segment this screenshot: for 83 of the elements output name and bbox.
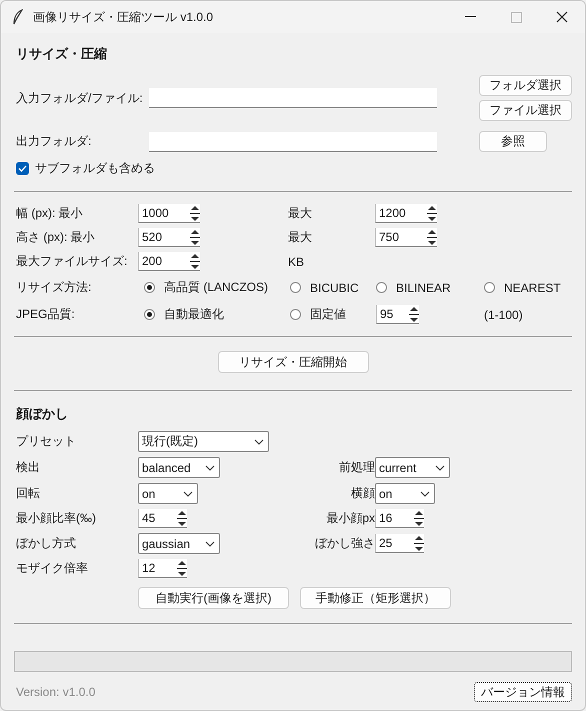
spin-arrows-icon[interactable] <box>409 306 419 322</box>
radio-button[interactable] <box>290 309 301 320</box>
checkbox[interactable] <box>16 162 29 175</box>
version-info-button[interactable]: バージョン情報 <box>474 682 572 702</box>
spin-box[interactable]: 45 <box>138 509 187 528</box>
radio-label: BILINEAR <box>396 280 451 294</box>
spin-arrows-icon[interactable] <box>190 204 200 222</box>
spin-arrows-icon[interactable] <box>177 560 187 576</box>
section-heading: リサイズ・圧縮 <box>16 45 108 63</box>
input-field[interactable] <box>149 88 437 108</box>
radio-label: NEAREST <box>504 280 561 294</box>
radio-button[interactable] <box>144 309 155 320</box>
spin-box[interactable]: 750 <box>375 228 437 247</box>
section-heading: 顔ぼかし <box>16 405 69 423</box>
chevron-down-icon <box>435 464 445 470</box>
field-label: JPEG品質: <box>16 306 76 323</box>
chevron-down-icon <box>254 438 264 444</box>
auto-run-button[interactable]: 自動実行(画像を選択) <box>138 587 289 609</box>
field-label: 最小顔比率(‰) <box>16 510 97 527</box>
spin-box[interactable]: 95 <box>376 305 419 324</box>
field-label: 最大 <box>288 229 313 246</box>
version-text: Version: v1.0.0 <box>16 685 96 699</box>
radio-button[interactable] <box>484 282 495 293</box>
checkbox-label: サブフォルダも含める <box>35 160 155 177</box>
chevron-down-icon <box>205 464 215 470</box>
folder-select-button[interactable]: フォルダ選択 <box>479 75 572 96</box>
field-label: ぼかし強さ <box>315 535 375 552</box>
manual-fix-button[interactable]: 手動修正（矩形選択） <box>300 587 451 609</box>
field-label: 横顔 <box>351 485 375 502</box>
dropdown[interactable]: current <box>375 457 450 478</box>
field-label: プリセット <box>16 433 77 450</box>
dropdown[interactable]: on <box>375 483 435 504</box>
file-select-button[interactable]: ファイル選択 <box>479 100 572 121</box>
dropdown[interactable]: on <box>138 483 198 504</box>
spin-box[interactable]: 16 <box>375 509 424 528</box>
spin-box[interactable]: 1200 <box>375 204 437 223</box>
spin-arrows-icon[interactable] <box>414 510 424 526</box>
spin-arrows-icon[interactable] <box>427 228 437 246</box>
input-field[interactable] <box>149 132 437 152</box>
field-label: 幅 (px): 最小 <box>16 205 84 222</box>
field-label: 前処理 <box>339 459 375 476</box>
spin-arrows-icon[interactable] <box>427 204 437 222</box>
dropdown[interactable]: 現行(既定) <box>138 431 269 452</box>
field-label: 高さ (px): 最小 <box>16 229 96 246</box>
radio-label: 自動最適化 <box>164 306 224 323</box>
spin-arrows-icon[interactable] <box>414 534 424 552</box>
radio-label: 高品質 (LANCZOS) <box>164 279 268 296</box>
close-icon[interactable] <box>556 11 568 23</box>
field-label: 最大ファイルサイズ: <box>16 253 128 270</box>
field-label: 出力フォルダ: <box>16 133 92 150</box>
dropdown[interactable]: gaussian <box>138 533 220 554</box>
feather-icon <box>13 9 23 25</box>
spin-box[interactable]: 1000 <box>138 204 200 223</box>
spin-arrows-icon[interactable] <box>177 510 187 526</box>
start-button[interactable]: リサイズ・圧縮開始 <box>218 351 368 373</box>
spin-box[interactable]: 200 <box>138 252 200 271</box>
minimize-icon[interactable] <box>464 16 476 18</box>
field-label: 回転 <box>16 485 41 502</box>
radio-button[interactable] <box>290 282 301 293</box>
spin-box[interactable]: 12 <box>138 559 187 578</box>
radio-button[interactable] <box>376 282 387 293</box>
field-label: 最大 <box>288 205 313 222</box>
field-label: ぼかし方式 <box>16 535 77 552</box>
chevron-down-icon <box>420 490 430 496</box>
spin-box[interactable]: 25 <box>375 534 424 553</box>
dropdown[interactable]: balanced <box>138 457 220 478</box>
field-label: モザイク倍率 <box>16 560 89 577</box>
radio-label: 固定値 <box>310 306 346 323</box>
field-label: 検出 <box>16 459 41 476</box>
spin-box[interactable]: 520 <box>138 228 200 247</box>
spin-arrows-icon[interactable] <box>190 252 200 270</box>
radio-button[interactable] <box>144 282 155 293</box>
field-label: 最小顔px <box>326 510 375 527</box>
spin-arrows-icon[interactable] <box>190 228 200 246</box>
range-hint: (1-100) <box>484 308 524 322</box>
chevron-down-icon <box>183 490 193 496</box>
unit-label: KB <box>288 254 306 268</box>
field-label: リサイズ方法: <box>16 279 92 296</box>
window-title: 画像リサイズ・圧縮ツール v1.0.0 <box>33 8 214 26</box>
chevron-down-icon <box>205 540 215 546</box>
radio-label: BICUBIC <box>310 280 359 294</box>
field-label: 入力フォルダ/ファイル: <box>16 90 144 106</box>
browse-button[interactable]: 参照 <box>479 131 547 152</box>
